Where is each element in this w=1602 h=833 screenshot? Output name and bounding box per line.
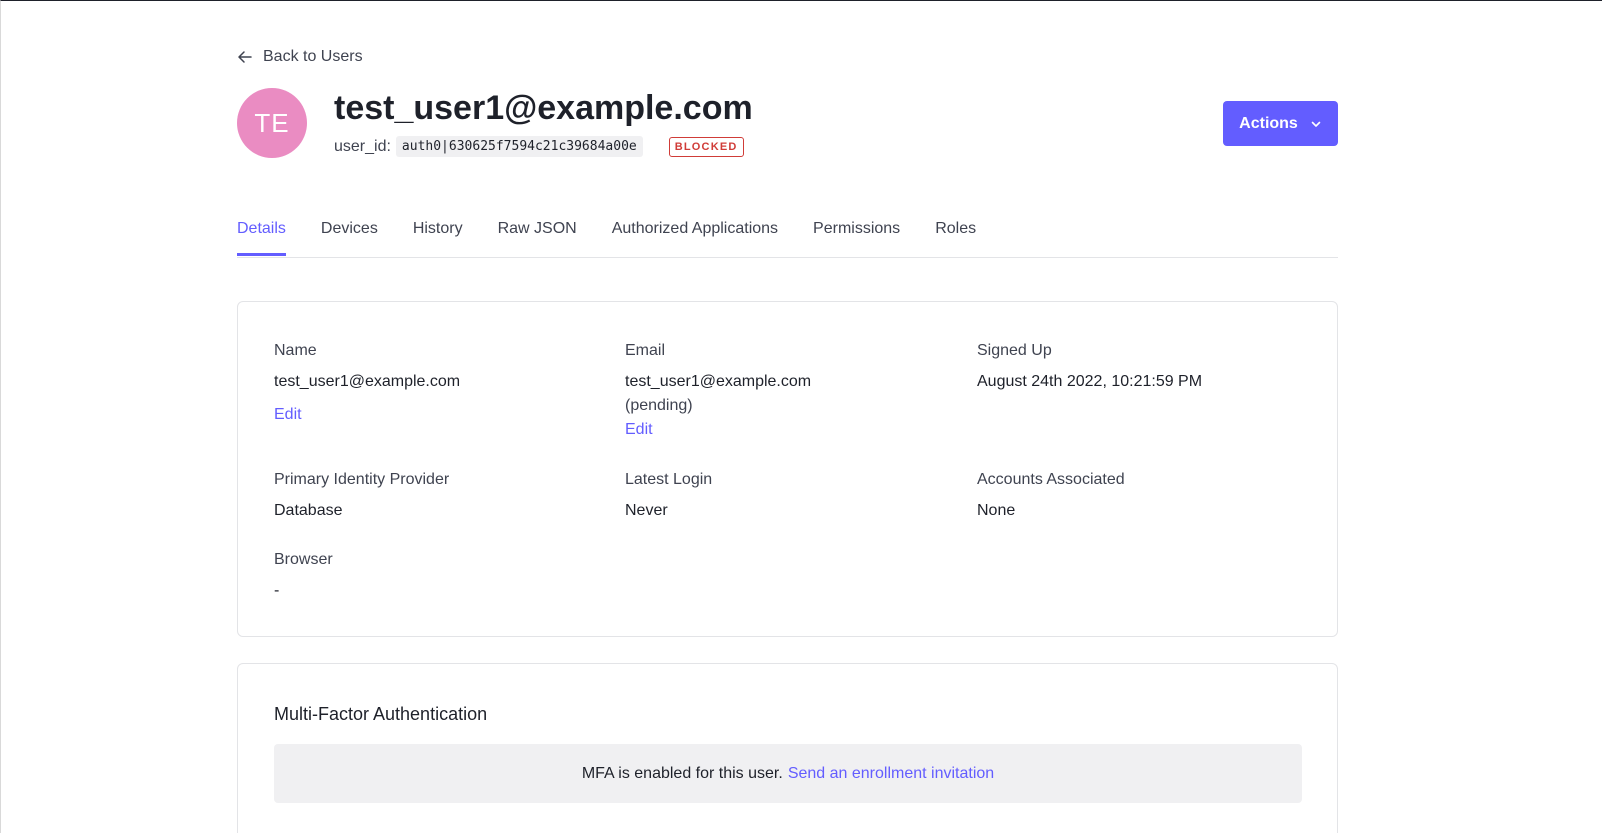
edit-email-link[interactable]: Edit <box>625 418 811 442</box>
app-frame: Back to Users TE test_user1@example.com … <box>0 0 1602 833</box>
browser-label: Browser <box>274 551 333 568</box>
identity-provider-value: Database <box>274 502 343 519</box>
user-id-row: user_id: auth0|630625f7594c21c39684a00e … <box>334 136 744 157</box>
back-to-users-link[interactable]: Back to Users <box>237 48 363 66</box>
details-card: Name test_user1@example.com Edit Email t… <box>237 301 1338 637</box>
arrow-left-icon <box>238 51 252 63</box>
back-to-users-label: Back to Users <box>263 48 363 65</box>
browser-field: Browser - <box>274 550 333 603</box>
mfa-message: MFA is enabled for this user. <box>581 764 783 782</box>
tab-bar: Details Devices History Raw JSON Authori… <box>237 217 1338 258</box>
signed-up-label: Signed Up <box>977 342 1052 359</box>
email-value: test_user1@example.com <box>625 373 812 390</box>
tab-authorized-applications[interactable]: Authorized Applications <box>612 217 778 256</box>
status-badge: BLOCKED <box>668 136 744 157</box>
accounts-associated-value: None <box>977 502 1016 519</box>
avatar-initials: TE <box>254 107 290 138</box>
tab-roles[interactable]: Roles <box>935 217 976 256</box>
mfa-card: Multi-Factor Authentication MFA is enabl… <box>237 663 1338 833</box>
chevron-down-icon <box>1311 121 1321 127</box>
signed-up-value: August 24th 2022, 10:21:59 PM <box>977 373 1203 390</box>
email-status: (pending) <box>625 397 693 414</box>
page-title: test_user1@example.com <box>334 89 753 127</box>
send-enrollment-invitation-link[interactable]: Send an enrollment invitation <box>788 765 994 783</box>
accounts-associated-field: Accounts Associated None <box>977 470 1125 523</box>
latest-login-label: Latest Login <box>625 471 713 488</box>
email-label: Email <box>625 342 666 359</box>
edit-name-link[interactable]: Edit <box>274 403 460 427</box>
name-field: Name test_user1@example.com Edit <box>274 341 460 427</box>
identity-provider-label: Primary Identity Provider <box>274 471 450 488</box>
signed-up-field: Signed Up August 24th 2022, 10:21:59 PM <box>977 341 1202 394</box>
mfa-notice: MFA is enabled for this user. Send an en… <box>274 744 1302 803</box>
actions-button-label: Actions <box>1239 114 1298 132</box>
mfa-title: Multi-Factor Authentication <box>274 704 488 724</box>
name-value: test_user1@example.com <box>274 373 461 390</box>
tab-permissions[interactable]: Permissions <box>813 217 900 256</box>
accounts-associated-label: Accounts Associated <box>977 471 1125 488</box>
name-label: Name <box>274 342 317 359</box>
tab-raw-json[interactable]: Raw JSON <box>498 217 577 256</box>
tab-devices[interactable]: Devices <box>321 217 378 256</box>
user-id-value: auth0|630625f7594c21c39684a00e <box>395 136 643 157</box>
latest-login-value: Never <box>625 502 668 519</box>
user-header: TE test_user1@example.com user_id: auth0… <box>237 88 1338 160</box>
tab-history[interactable]: History <box>413 217 463 256</box>
tab-details[interactable]: Details <box>237 217 286 256</box>
latest-login-field: Latest Login Never <box>625 470 712 523</box>
avatar: TE <box>237 88 307 158</box>
actions-button[interactable]: Actions <box>1223 101 1338 146</box>
identity-provider-field: Primary Identity Provider Database <box>274 470 449 523</box>
browser-value: - <box>274 582 280 599</box>
email-field: Email test_user1@example.com (pending) E… <box>625 341 811 442</box>
user-id-label: user_id: <box>334 137 391 155</box>
